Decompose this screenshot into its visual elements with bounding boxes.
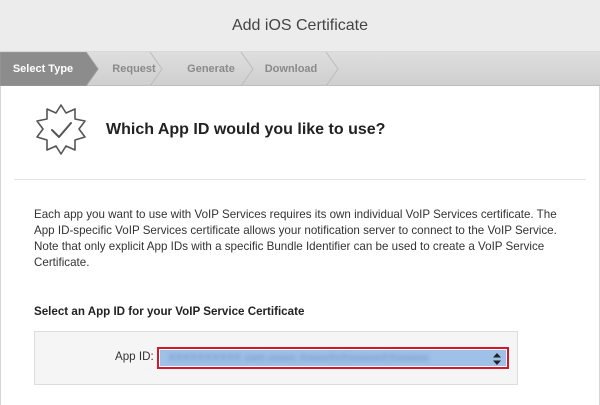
certificate-badge (34, 98, 88, 162)
step-download: Download (264, 63, 318, 75)
section-label: Select an App ID for your VoIP Service C… (34, 305, 305, 318)
app-id-select-field[interactable]: XXXXXXXXXX com.xxxxx.XxxxxXxXxxxxxxXXxxx… (160, 350, 506, 366)
window-title: Add iOS Certificate (231, 16, 369, 34)
divider (14, 179, 586, 180)
app-id-label: App ID: (115, 350, 154, 363)
app-id-selected-value: XXXXXXXXXX com.xxxxx.XxxxxXxXxxxxxxXXxxx… (168, 352, 430, 364)
page-heading: Which App ID would you like to use? (106, 121, 386, 138)
title-bar: Add iOS Certificate (0, 0, 600, 52)
app-id-select[interactable]: XXXXXXXXXX com.xxxxx.XxxxxXxXxxxxxxXXxxx… (157, 347, 509, 369)
step-select-type: Select Type (12, 63, 74, 75)
certificate-badge-checkmark-icon (36, 104, 86, 155)
updown-arrows-icon (493, 353, 501, 365)
app-id-panel: App ID: XXXXXXXXXX com.xxxxx.XxxxxXxXxxx… (34, 331, 518, 385)
description-text: Each app you want to use with VoIP Servi… (34, 208, 557, 269)
step-generate: Generate (187, 63, 235, 75)
step-progress-bar: Select Type Request Generate Download (0, 52, 600, 86)
step-request: Request (112, 63, 156, 75)
